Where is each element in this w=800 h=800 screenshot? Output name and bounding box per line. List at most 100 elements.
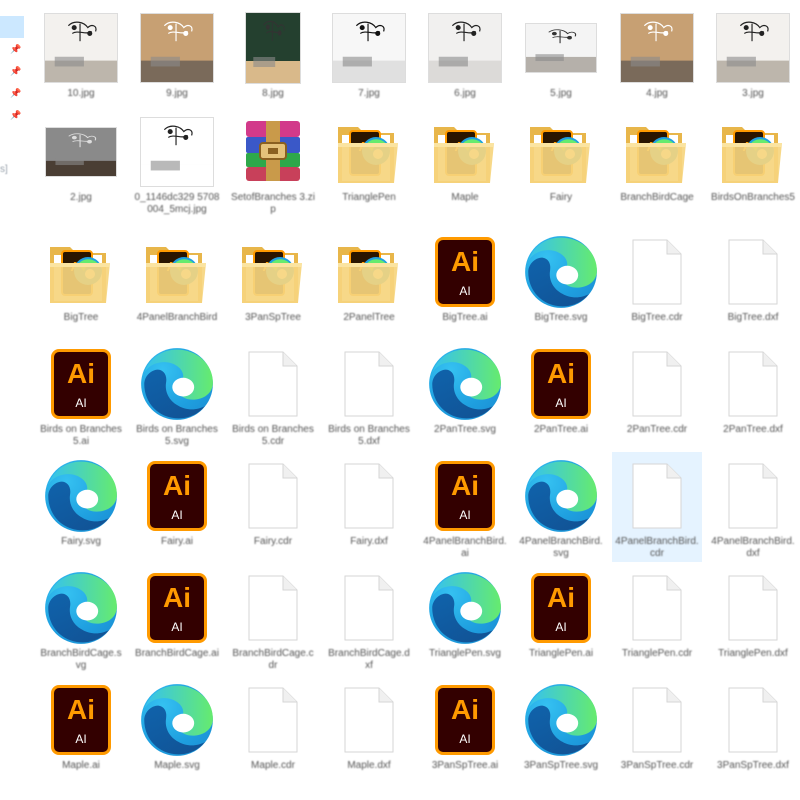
file-item[interactable]: 3PanSpTree.dxf — [708, 676, 798, 786]
file-name-label: 2PanelTree — [343, 312, 395, 323]
illustrator-file-icon: Ai AI — [147, 461, 207, 531]
file-item[interactable]: Ai AI BranchBirdCage.ai — [132, 564, 222, 674]
file-item[interactable]: 0_1146dc329 5708004_5mcj.jpg — [132, 108, 222, 218]
file-item[interactable]: 3.jpg — [708, 4, 798, 114]
file-item[interactable]: 8.jpg — [228, 4, 318, 114]
file-item[interactable]: Ai Fairy — [516, 108, 606, 218]
file-item[interactable]: TrianglePen.cdr — [612, 564, 702, 674]
file-item[interactable]: Maple.cdr — [228, 676, 318, 786]
blank-file-icon — [708, 346, 798, 422]
edge-svg-icon — [516, 458, 606, 534]
file-item[interactable]: 9.jpg — [132, 4, 222, 114]
file-item[interactable]: Fairy.svg — [36, 452, 126, 562]
file-name-label: 4PanelBranchBird.cdr — [615, 536, 699, 559]
folder-icon: Ai — [324, 114, 414, 190]
file-item[interactable]: 4.jpg — [612, 4, 702, 114]
file-item[interactable]: 4PanelBranchBird.cdr — [612, 452, 702, 562]
file-name-label: TrianglePen.ai — [528, 648, 594, 659]
file-item[interactable]: 5.jpg — [516, 4, 606, 114]
file-item[interactable]: Maple.dxf — [324, 676, 414, 786]
image-thumbnail — [140, 117, 214, 187]
illustrator-file-icon: Ai AI — [51, 349, 111, 419]
file-item[interactable]: Ai AI Fairy.ai — [132, 452, 222, 562]
winrar-archive-icon — [228, 114, 318, 190]
file-item[interactable]: 2PanTree.cdr — [612, 340, 702, 450]
blank-file-icon — [228, 570, 318, 646]
folder-icon: Ai — [708, 114, 798, 190]
file-item[interactable]: 2PanTree.svg — [420, 340, 510, 450]
file-item[interactable]: Ai BirdsOnBranches5 — [708, 108, 798, 218]
file-item[interactable]: Ai AI TrianglePen.ai — [516, 564, 606, 674]
edge-svg-icon — [36, 570, 126, 646]
file-item[interactable]: Ai TrianglePen — [324, 108, 414, 218]
file-item[interactable]: Ai BigTree — [36, 228, 126, 338]
file-name-label: Maple.svg — [154, 760, 200, 771]
file-item[interactable]: Birds on Branches5.dxf — [324, 340, 414, 450]
image-thumbnail — [420, 10, 510, 86]
pin-icon: 📌 — [10, 44, 22, 54]
file-item[interactable]: TrianglePen.svg — [420, 564, 510, 674]
file-name-label: 2PanTree.cdr — [626, 424, 688, 435]
blank-file-icon — [612, 234, 702, 310]
illustrator-file-icon: Ai AI — [516, 346, 606, 422]
blank-file-icon — [228, 458, 318, 534]
file-item[interactable]: Ai AI 3PanSpTree.ai — [420, 676, 510, 786]
file-item[interactable]: Ai AI 4PanelBranchBird.ai — [420, 452, 510, 562]
file-item[interactable]: Ai 3PanSpTree — [228, 228, 318, 338]
edge-svg-icon — [132, 346, 222, 422]
file-name-label: 3PanSpTree — [245, 312, 301, 323]
file-item[interactable]: Birds on Branches5.svg — [132, 340, 222, 450]
file-item[interactable]: 7.jpg — [324, 4, 414, 114]
illustrator-file-icon: Ai AI — [435, 237, 495, 307]
image-thumbnail — [36, 10, 126, 86]
edge-svg-icon — [36, 458, 126, 534]
file-item[interactable]: Ai AI Birds on Branches5.ai — [36, 340, 126, 450]
blank-file-icon — [324, 570, 414, 646]
illustrator-file-icon: Ai AI — [531, 349, 591, 419]
file-item[interactable]: Fairy.cdr — [228, 452, 318, 562]
file-name-label: BigTree — [63, 312, 99, 323]
illustrator-file-icon: Ai AI — [420, 234, 510, 310]
file-item[interactable]: Ai Maple — [420, 108, 510, 218]
file-name-label: 8.jpg — [262, 88, 284, 99]
file-item[interactable]: TrianglePen.dxf — [708, 564, 798, 674]
file-name-label: 4PanelBranchBird.dxf — [711, 536, 795, 559]
blank-file-icon — [228, 682, 318, 758]
file-item[interactable]: Birds on Branches5.cdr — [228, 340, 318, 450]
file-name-label: BigTree.svg — [534, 312, 588, 323]
file-item[interactable]: 10.jpg — [36, 4, 126, 114]
file-name-label: Birds on Branches5.dxf — [328, 424, 410, 447]
pin-icon: 📌 — [10, 110, 22, 120]
file-item[interactable]: Ai 2PanelTree — [324, 228, 414, 338]
image-thumbnail — [228, 10, 318, 86]
file-item[interactable]: Maple.svg — [132, 676, 222, 786]
file-item[interactable]: 3PanSpTree.svg — [516, 676, 606, 786]
folder-icon: Ai — [228, 234, 318, 310]
file-item[interactable]: BranchBirdCage.cdr — [228, 564, 318, 674]
file-item[interactable]: 2.jpg — [36, 108, 126, 218]
file-item[interactable]: Ai BranchBirdCage — [612, 108, 702, 218]
file-item[interactable]: BranchBirdCage.dxf — [324, 564, 414, 674]
file-item[interactable]: BigTree.cdr — [612, 228, 702, 338]
file-item[interactable]: 4PanelBranchBird.svg — [516, 452, 606, 562]
nav-selected-item[interactable] — [0, 16, 24, 38]
file-name-label: 7.jpg — [358, 88, 380, 99]
blank-file-icon — [708, 458, 798, 534]
file-item[interactable]: Ai AI Maple.ai — [36, 676, 126, 786]
file-item[interactable]: Ai AI 2PanTree.ai — [516, 340, 606, 450]
file-item[interactable]: Ai 4PanelBranchBird — [132, 228, 222, 338]
file-name-label: 4PanelBranchBird.ai — [423, 536, 507, 559]
illustrator-file-icon: Ai AI — [420, 682, 510, 758]
file-item[interactable]: 3PanSpTree.cdr — [612, 676, 702, 786]
file-item[interactable]: 6.jpg — [420, 4, 510, 114]
file-item[interactable]: BigTree.dxf — [708, 228, 798, 338]
file-item[interactable]: Ai AI BigTree.ai — [420, 228, 510, 338]
file-item[interactable]: BigTree.svg — [516, 228, 606, 338]
file-item[interactable]: BranchBirdCage.svg — [36, 564, 126, 674]
file-name-label: BigTree.dxf — [727, 312, 779, 323]
file-item[interactable]: 4PanelBranchBird.dxf — [708, 452, 798, 562]
file-item[interactable]: SetofBranches 3.zip — [228, 108, 318, 218]
file-item[interactable]: 2PanTree.dxf — [708, 340, 798, 450]
illustrator-file-icon: Ai AI — [36, 682, 126, 758]
file-item[interactable]: Fairy.dxf — [324, 452, 414, 562]
